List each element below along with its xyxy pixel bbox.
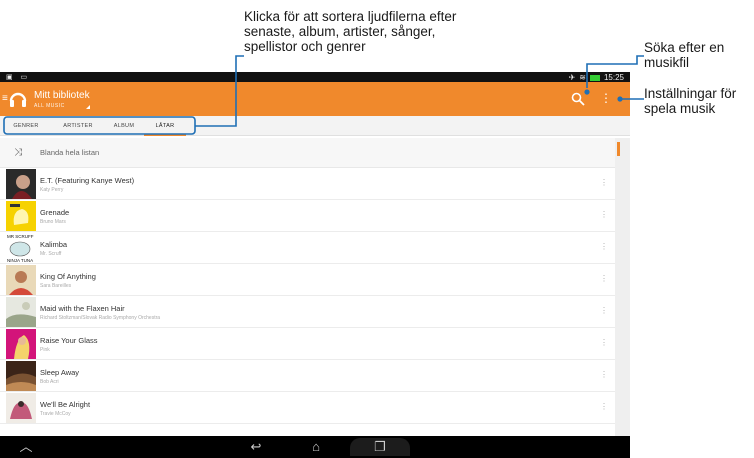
callout-settings: Inställningar för spela musik	[644, 86, 754, 116]
callout-line: Inställningar för	[644, 86, 737, 101]
callout-line: spela musik	[644, 101, 716, 116]
sort-tab-bar: GENRER ARTISTER ALBUM LÅTAR	[0, 116, 630, 136]
tab-artists[interactable]: ARTISTER	[56, 116, 100, 136]
callout-line: Klicka för att sortera ljudfilerna efter	[244, 9, 457, 24]
album-art	[6, 265, 36, 295]
song-row[interactable]: Grenade Bruno Mars ⋮	[0, 200, 615, 232]
song-artist: Travie McCoy	[40, 411, 71, 417]
scrollbar-track[interactable]	[615, 138, 630, 436]
album-art: MR SCRUFF NINJA TUNA	[6, 233, 36, 263]
callout-search: Söka efter en musikfil	[644, 40, 752, 70]
callout-line: spellistor och genrer	[244, 39, 366, 54]
album-art	[6, 297, 36, 327]
system-nav-bar: ︿ ↩ ⌂ ❐	[0, 436, 630, 458]
tab-genres[interactable]: GENRER	[6, 116, 46, 136]
shuffle-all-row[interactable]: ⤨ Blanda hela listan	[0, 138, 615, 168]
song-artist: Katy Perry	[40, 187, 64, 193]
album-art-text: MR SCRUFF	[7, 234, 34, 239]
album-art-text: NINJA TUNA	[7, 258, 33, 263]
collapse-up-icon[interactable]: ︿	[14, 438, 38, 456]
notification-icons: ▣ ▭	[6, 74, 31, 81]
library-subtitle: ALL MUSIC	[34, 103, 65, 109]
song-row[interactable]: Raise Your Glass Pink ⋮	[0, 328, 615, 360]
album-art	[6, 393, 36, 423]
tablet-screen: ▣ ▭ ✈ ≋ 15:25 ≡ Mitt bibliotek ALL MUSIC	[0, 72, 630, 458]
action-bar: ≡ Mitt bibliotek ALL MUSIC ⋮	[0, 82, 630, 116]
song-title: Kalimba	[40, 240, 68, 249]
screenshot: Klicka för att sortera ljudfilerna efter…	[0, 0, 754, 458]
callout-line: Söka efter en	[644, 40, 725, 55]
library-title[interactable]: Mitt bibliotek	[34, 90, 90, 101]
song-row[interactable]: E.T. (Featuring Kanye West) Katy Perry ⋮	[0, 168, 615, 200]
song-options-icon[interactable]: ⋮	[600, 210, 608, 219]
song-options-icon[interactable]: ⋮	[600, 242, 608, 251]
home-icon[interactable]: ⌂	[304, 438, 328, 456]
album-art	[6, 329, 36, 359]
song-title: We'll Be Alright	[40, 400, 91, 409]
song-artist: Sara Bareilles	[40, 283, 72, 289]
tab-songs[interactable]: LÅTAR	[144, 116, 186, 136]
search-icon[interactable]	[570, 91, 586, 107]
back-icon[interactable]: ↩	[244, 438, 268, 456]
song-row[interactable]: Maid with the Flaxen Hair Richard Stoltz…	[0, 296, 615, 328]
song-artist: Bruno Mars	[40, 219, 66, 225]
song-row[interactable]: King Of Anything Sara Bareilles ⋮	[0, 264, 615, 296]
headphones-icon[interactable]	[8, 89, 28, 109]
song-artist: Richard Stoltzman/Slovak Radio Symphony …	[40, 315, 161, 321]
song-options-icon[interactable]: ⋮	[600, 274, 608, 283]
song-title: King Of Anything	[40, 272, 96, 281]
song-title: Grenade	[40, 208, 70, 217]
scrollbar-thumb[interactable]	[617, 142, 620, 156]
recent-apps-icon[interactable]: ❐	[350, 438, 410, 456]
overflow-menu-icon[interactable]: ⋮	[600, 90, 612, 108]
wifi-icon: ≋	[579, 73, 586, 82]
shuffle-icon: ⤨	[14, 147, 22, 158]
song-options-icon[interactable]: ⋮	[600, 338, 608, 347]
song-title: Sleep Away	[40, 368, 80, 377]
tab-albums[interactable]: ALBUM	[106, 116, 142, 136]
song-title: Maid with the Flaxen Hair	[40, 304, 125, 313]
song-artist: Pink	[40, 347, 50, 353]
song-title: Raise Your Glass	[40, 336, 98, 345]
callout-sort-tabs: Klicka för att sortera ljudfilerna efter…	[244, 9, 534, 54]
song-options-icon[interactable]: ⋮	[600, 306, 608, 315]
callout-line: musikfil	[644, 55, 690, 70]
shuffle-label: Blanda hela listan	[40, 148, 100, 157]
song-row[interactable]: We'll Be Alright Travie McCoy ⋮	[0, 392, 615, 424]
song-title: E.T. (Featuring Kanye West)	[40, 176, 135, 185]
album-art	[6, 361, 36, 391]
clock: 15:25	[603, 73, 624, 82]
signal-icon: ✈	[568, 73, 576, 82]
status-bar: ▣ ▭ ✈ ≋ 15:25	[0, 72, 630, 82]
album-art	[6, 169, 36, 199]
song-artist: Mr. Scruff	[40, 251, 62, 257]
song-row[interactable]: Sleep Away Bob Acri ⋮	[0, 360, 615, 392]
battery-icon	[589, 74, 600, 81]
song-artist: Bob Acri	[40, 379, 59, 385]
album-art	[6, 201, 36, 231]
song-options-icon[interactable]: ⋮	[600, 178, 608, 187]
song-row[interactable]: MR SCRUFF NINJA TUNA Kalimba Mr. Scruff …	[0, 232, 615, 264]
drawer-indicator-icon[interactable]: ≡	[2, 93, 8, 104]
song-options-icon[interactable]: ⋮	[600, 402, 608, 411]
callout-line: senaste, album, artister, sånger,	[244, 24, 436, 39]
dropdown-caret-icon[interactable]	[86, 105, 90, 109]
song-options-icon[interactable]: ⋮	[600, 370, 608, 379]
